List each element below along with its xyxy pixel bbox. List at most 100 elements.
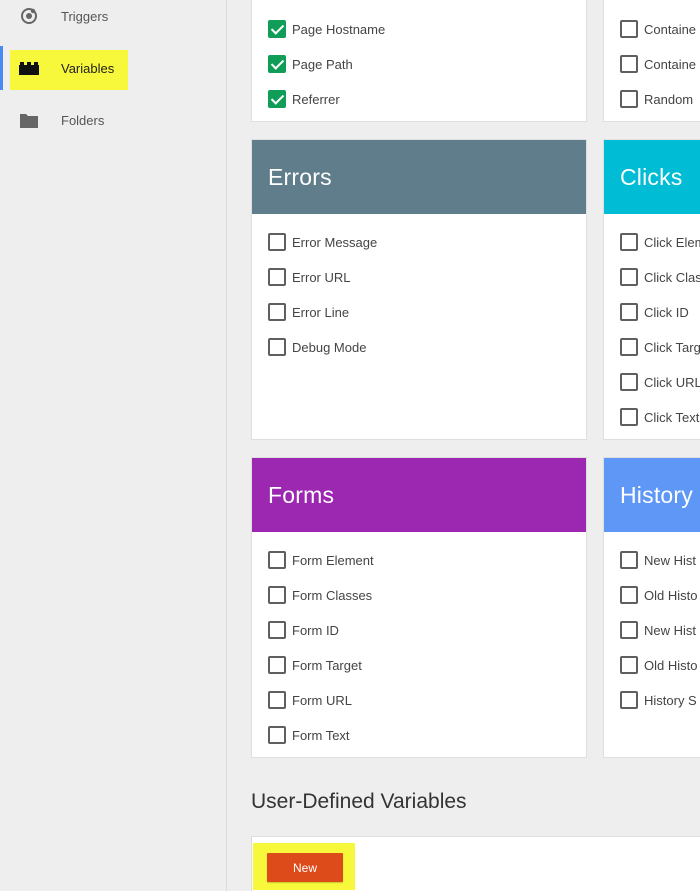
checkbox-row[interactable]: Form ID	[268, 619, 339, 641]
checkbox-label: Error Message	[292, 234, 378, 250]
card-title: Errors	[252, 140, 586, 214]
checkbox-label: Debug Mode	[292, 339, 367, 355]
checkbox-label: Random	[644, 91, 694, 107]
sidebar: Triggers Variables Folders	[0, 0, 227, 891]
forms-card: Forms Form Element Form Classes Form ID …	[251, 457, 587, 758]
checkbox-row[interactable]: Error Message	[268, 231, 377, 253]
checkbox-row[interactable]: History S	[620, 689, 697, 711]
checkbox-label: Containe	[644, 21, 697, 37]
checkbox[interactable]	[268, 691, 286, 709]
checkbox-label: Referrer	[292, 91, 340, 107]
sidebar-item-label: Triggers	[61, 8, 109, 24]
checkbox-row[interactable]: New Hist	[620, 619, 696, 641]
checkbox[interactable]	[268, 338, 286, 356]
checkbox-row[interactable]: Click ID	[620, 301, 689, 323]
checkbox-row[interactable]: Form Target	[268, 654, 362, 676]
checkbox-label: Form Element	[292, 552, 374, 568]
checkbox[interactable]	[268, 656, 286, 674]
checkbox[interactable]	[268, 621, 286, 639]
checkbox-row[interactable]: Page Hostname	[268, 18, 385, 40]
errors-card: Errors Error Message Error URL Error Lin…	[251, 139, 587, 440]
pages-card: Page Hostname Page Path Referrer	[251, 0, 587, 122]
checkbox-row[interactable]: Containe	[620, 53, 696, 75]
sidebar-item-variables[interactable]: Variables	[0, 46, 227, 90]
card-title: History	[604, 458, 700, 532]
checkbox-row[interactable]: Click Text	[620, 406, 699, 428]
checkbox[interactable]	[620, 268, 638, 286]
checkbox[interactable]	[620, 233, 638, 251]
checkbox[interactable]	[620, 90, 638, 108]
checkbox-label: Old Histo	[644, 657, 698, 673]
checkbox-row[interactable]: Click Elem	[620, 231, 700, 253]
checkbox-row[interactable]: Click Targ	[620, 336, 700, 358]
checkbox-row[interactable]: Form Classes	[268, 584, 372, 606]
checkbox-row[interactable]: Form Element	[268, 549, 374, 571]
checkbox-row[interactable]: Page Path	[268, 53, 353, 75]
checkbox-label: Click ID	[644, 304, 689, 320]
checkbox-label: Page Path	[292, 56, 353, 72]
checkbox-label: Error Line	[292, 304, 350, 320]
card-title: Forms	[252, 458, 586, 532]
checkbox[interactable]	[620, 621, 638, 639]
checkbox[interactable]	[620, 691, 638, 709]
checkbox-row[interactable]: Random	[620, 88, 693, 110]
checkbox[interactable]	[620, 20, 638, 38]
checkbox-label: Page Hostname	[292, 21, 386, 37]
checkbox[interactable]	[268, 233, 286, 251]
checkbox[interactable]	[268, 303, 286, 321]
checkbox-row[interactable]: Form Text	[268, 724, 350, 746]
sidebar-item-label: Variables	[61, 60, 115, 76]
checkbox-label: Click Elem	[644, 234, 700, 250]
checkbox-label: Containe	[644, 56, 697, 72]
checkbox-row[interactable]: Referrer	[268, 88, 340, 110]
checkbox-label: Form Text	[292, 727, 350, 743]
checkbox[interactable]	[620, 656, 638, 674]
checkbox[interactable]	[620, 55, 638, 73]
checkbox-label: Error URL	[292, 269, 351, 285]
checkbox-row[interactable]: Error URL	[268, 266, 351, 288]
checkbox[interactable]	[268, 90, 286, 108]
checkbox-row[interactable]: Old Histo	[620, 654, 697, 676]
checkbox-row[interactable]: Old Histo	[620, 584, 697, 606]
checkbox-label: Form Target	[292, 657, 362, 673]
utilities-card: Containe Containe Random	[603, 0, 700, 122]
variables-icon	[19, 58, 39, 78]
checkbox-row[interactable]: Click Clas	[620, 266, 700, 288]
checkbox-label: Click Text	[644, 409, 700, 425]
new-variable-button[interactable]: New	[267, 853, 343, 882]
triggers-icon	[19, 6, 39, 26]
checkbox-label: Click Clas	[644, 269, 700, 285]
checkbox[interactable]	[268, 586, 286, 604]
checkbox-label: Form Classes	[292, 587, 373, 603]
checkbox[interactable]	[620, 373, 638, 391]
checkbox[interactable]	[268, 726, 286, 744]
checkbox[interactable]	[620, 551, 638, 569]
checkbox-row[interactable]: Error Line	[268, 301, 349, 323]
checkbox[interactable]	[268, 268, 286, 286]
checkbox[interactable]	[620, 408, 638, 426]
checkbox[interactable]	[620, 338, 638, 356]
checkbox-label: Form ID	[292, 622, 339, 638]
checkbox-row[interactable]: Containe	[620, 18, 696, 40]
folder-icon	[19, 110, 39, 130]
checkbox[interactable]	[620, 586, 638, 604]
checkbox-label: Form URL	[292, 692, 352, 708]
checkbox-label: Click URL	[644, 374, 700, 390]
checkbox-row[interactable]: New Hist	[620, 549, 696, 571]
checkbox[interactable]	[620, 303, 638, 321]
sidebar-item-folders[interactable]: Folders	[0, 98, 227, 142]
checkbox-label: New Hist	[644, 622, 697, 638]
checkbox-row[interactable]: Form URL	[268, 689, 352, 711]
sidebar-item-triggers[interactable]: Triggers	[0, 0, 227, 38]
sidebar-item-label: Folders	[61, 112, 105, 128]
checkbox[interactable]	[268, 55, 286, 73]
checkbox-row[interactable]: Click URL	[620, 371, 700, 393]
card-title: Clicks	[604, 140, 700, 214]
checkbox[interactable]	[268, 20, 286, 38]
checkbox-label: Old Histo	[644, 587, 698, 603]
checkbox[interactable]	[268, 551, 286, 569]
checkbox-label: History S	[644, 692, 697, 708]
checkbox-row[interactable]: Debug Mode	[268, 336, 366, 358]
checkbox-label: Click Targ	[644, 339, 700, 355]
clicks-card: Clicks Click Elem Click Clas Click ID Cl…	[603, 139, 700, 440]
